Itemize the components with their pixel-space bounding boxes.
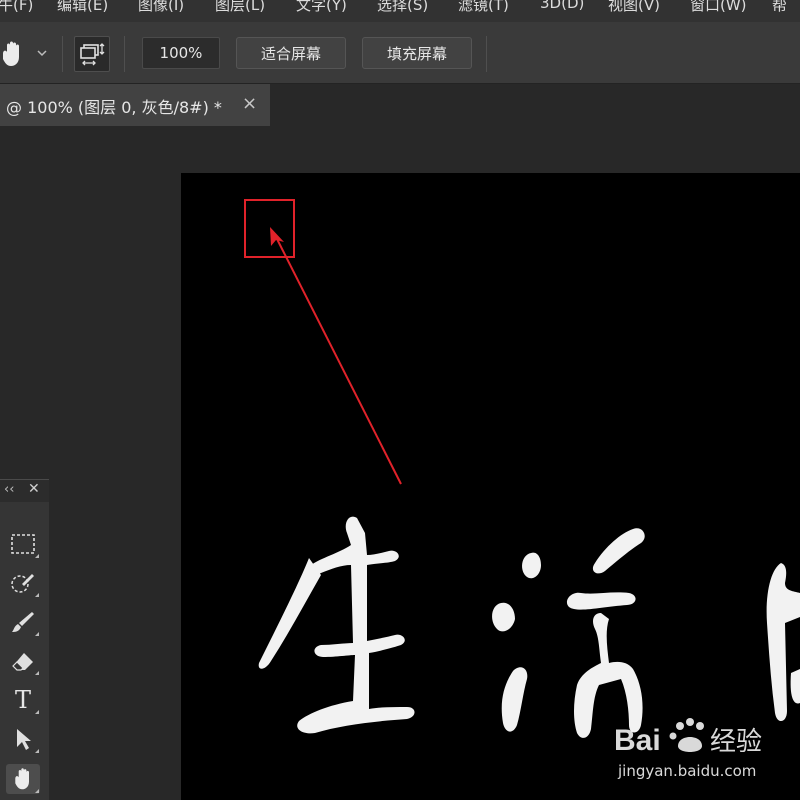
- hand-tool-icon: [15, 768, 29, 790]
- menu-window[interactable]: 窗口(W): [690, 0, 747, 15]
- fill-screen-button[interactable]: 填充屏幕: [362, 37, 472, 69]
- baidu-jingyan-watermark: Bai 经验 jingyan.baidu.com: [610, 712, 800, 800]
- menu-file[interactable]: 牛(F): [0, 0, 33, 15]
- menu-help[interactable]: 帮: [772, 0, 787, 15]
- rectangular-marquee-tool[interactable]: [6, 529, 40, 559]
- brush-icon: [12, 612, 34, 632]
- zoom-percentage-button[interactable]: 100%: [142, 37, 220, 69]
- type-tool[interactable]: T: [6, 685, 40, 715]
- svg-text:Bai: Bai: [614, 724, 661, 757]
- type-tool-icon: T: [14, 686, 31, 714]
- menu-layer[interactable]: 图层(L): [215, 0, 265, 15]
- quick-selection-tool[interactable]: [6, 568, 40, 598]
- close-icon[interactable]: ×: [242, 93, 257, 114]
- quick-selection-icon: [11, 574, 34, 593]
- options-separator: [124, 36, 125, 72]
- tools-panel: ‹‹ ✕ T: [0, 479, 49, 800]
- chevron-down-icon[interactable]: [36, 47, 48, 59]
- menu-filter[interactable]: 滤镜(T): [458, 0, 509, 15]
- menu-bar: 牛(F) 编辑(E) 图像(I) 图层(L) 文字(Y) 选择(S) 滤镜(T)…: [0, 0, 800, 22]
- eraser-tool[interactable]: [6, 646, 40, 676]
- brush-tool[interactable]: [6, 607, 40, 637]
- hand-tool[interactable]: [6, 764, 40, 794]
- options-separator: [486, 36, 487, 72]
- close-icon[interactable]: ✕: [28, 481, 40, 497]
- document-tab[interactable]: @ 100% (图层 0, 灰色/8#) * ×: [0, 84, 270, 126]
- menu-view[interactable]: 视图(V): [608, 0, 660, 15]
- fit-screen-button[interactable]: 适合屏幕: [236, 37, 346, 69]
- menu-type[interactable]: 文字(Y): [296, 0, 347, 15]
- path-selection-icon: [17, 729, 31, 750]
- menu-3d[interactable]: 3D(D): [540, 0, 584, 12]
- path-selection-tool[interactable]: [6, 724, 40, 754]
- document-tab-title: @ 100% (图层 0, 灰色/8#) *: [6, 98, 222, 117]
- calligraphy-artwork: [258, 516, 800, 738]
- watermark-url: jingyan.baidu.com: [618, 762, 757, 780]
- baidu-logo-icon: Bai 经验: [614, 718, 762, 757]
- scroll-all-windows-icon: [80, 43, 105, 66]
- document-canvas[interactable]: [181, 173, 800, 800]
- collapse-icon[interactable]: ‹‹: [4, 482, 14, 497]
- tools-panel-header: ‹‹ ✕: [0, 480, 49, 502]
- menu-image[interactable]: 图像(I): [138, 0, 184, 15]
- hand-icon[interactable]: [0, 40, 24, 68]
- options-separator: [62, 36, 63, 72]
- menu-edit[interactable]: 编辑(E): [57, 0, 108, 15]
- rectangular-marquee-icon: [11, 534, 35, 554]
- svg-text:经验: 经验: [710, 727, 762, 757]
- eraser-icon: [12, 653, 33, 671]
- scroll-all-windows-button[interactable]: [74, 36, 110, 72]
- menu-select[interactable]: 选择(S): [377, 0, 428, 15]
